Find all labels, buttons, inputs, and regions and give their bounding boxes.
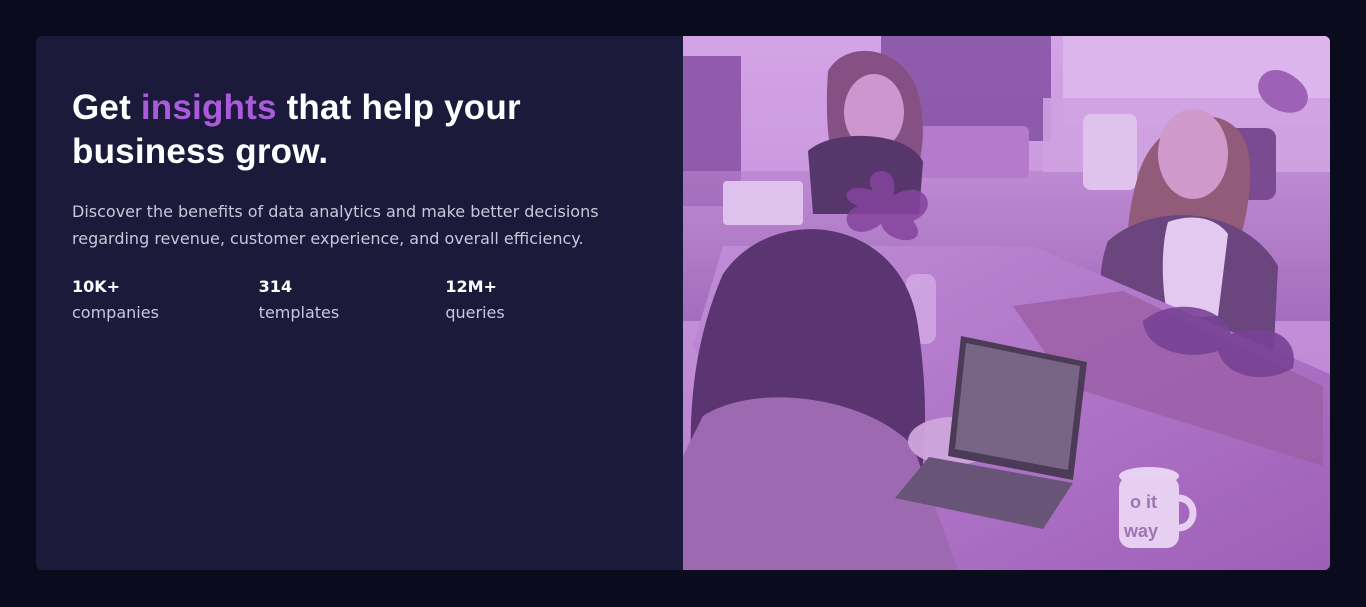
stat-value: 10K+ bbox=[72, 277, 121, 296]
stat-label: companies bbox=[72, 303, 159, 322]
stat-label: templates bbox=[258, 303, 340, 322]
stat-value: 314 bbox=[258, 277, 293, 296]
stat-label: queries bbox=[445, 303, 505, 322]
hero-content: Get insights that help your business gro… bbox=[36, 36, 683, 570]
team-photo-illustration: o it way bbox=[683, 36, 1330, 570]
stats-row: 10K+ companies 314 templates 12M+ querie… bbox=[72, 274, 632, 326]
team-photo: o it way bbox=[683, 36, 1330, 570]
stat-value: 12M+ bbox=[445, 277, 497, 296]
hero-card: Get insights that help your business gro… bbox=[36, 36, 1330, 570]
stat-companies: 10K+ companies bbox=[72, 274, 259, 326]
hero-description: Discover the benefits of data analytics … bbox=[72, 202, 599, 248]
image-color-overlay bbox=[683, 36, 1330, 570]
stat-queries: 12M+ queries bbox=[445, 274, 632, 326]
stat-templates: 314 templates bbox=[259, 274, 446, 326]
headline-prefix: Get bbox=[72, 88, 141, 127]
headline-highlight: insights bbox=[140, 88, 277, 127]
headline: Get insights that help your business gro… bbox=[72, 86, 572, 174]
